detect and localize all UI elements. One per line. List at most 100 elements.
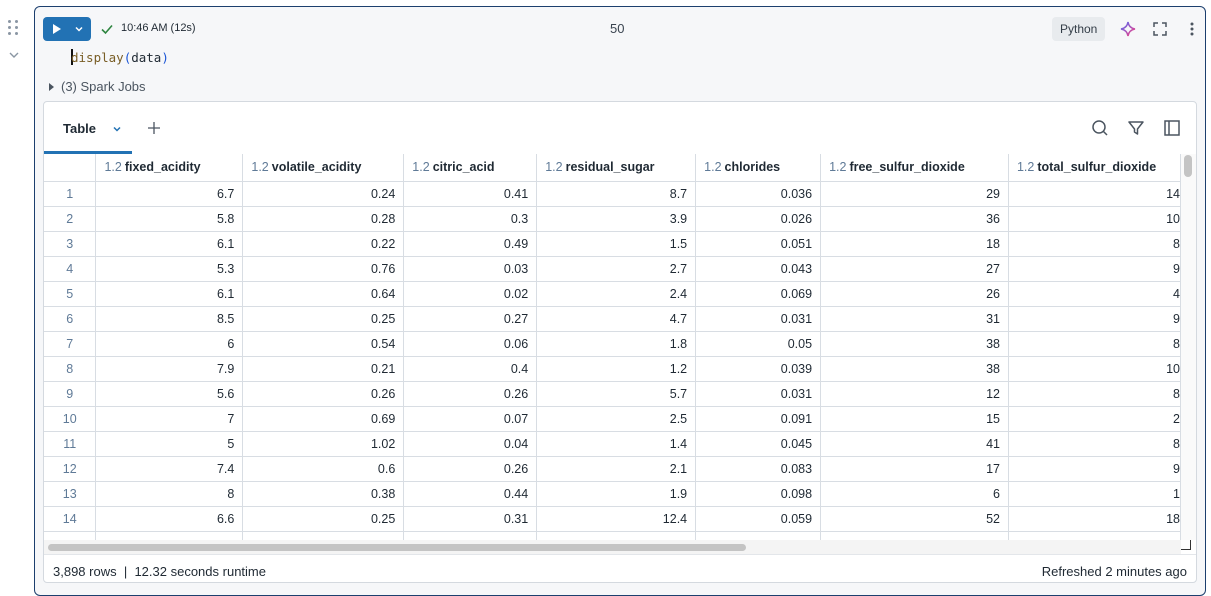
kebab-icon[interactable] <box>1184 21 1200 37</box>
language-badge[interactable]: Python <box>1052 17 1106 41</box>
table-cell[interactable]: 0.54 <box>242 331 405 357</box>
table-cell[interactable]: 12 <box>820 381 1009 407</box>
column-header-citric-acid[interactable]: 1.2 citric_acid <box>403 154 538 182</box>
table-cell[interactable]: 0.051 <box>695 231 822 257</box>
table-cell[interactable]: 0.27 <box>403 306 538 332</box>
table-cell[interactable]: 0.059 <box>695 506 822 532</box>
table-cell[interactable]: 5.6 <box>95 381 244 407</box>
table-cell[interactable]: 1.9 <box>536 481 697 507</box>
table-cell[interactable]: 38 <box>820 331 1009 357</box>
table-cell[interactable]: 38 <box>820 356 1009 382</box>
vertical-scrollbar-track[interactable] <box>1181 154 1196 540</box>
table-cell[interactable]: 2.5 <box>536 406 697 432</box>
table-cell[interactable]: 0.043 <box>695 256 822 282</box>
table-cell[interactable]: 1.5 <box>536 231 697 257</box>
table-cell[interactable]: 52 <box>820 506 1009 532</box>
expand-icon[interactable] <box>1152 21 1168 37</box>
table-cell[interactable]: 0.49 <box>403 231 538 257</box>
table-cell[interactable]: 1 <box>1008 481 1181 507</box>
table-cell[interactable]: 1.02 <box>242 431 405 457</box>
table-cell[interactable]: 14 <box>1008 181 1181 207</box>
table-cell[interactable]: 0.26 <box>242 381 405 407</box>
table-cell[interactable]: 1.4 <box>536 431 697 457</box>
chevron-down-icon[interactable] <box>7 48 21 62</box>
tab-table[interactable]: Table <box>44 102 132 154</box>
table-cell[interactable]: 0.28 <box>242 206 405 232</box>
table-cell[interactable]: 0.07 <box>403 406 538 432</box>
table-cell[interactable]: 8 <box>1008 431 1181 457</box>
table-cell[interactable]: 8 <box>1008 381 1181 407</box>
table-cell[interactable]: 18 <box>820 231 1009 257</box>
table-cell[interactable]: 26 <box>820 281 1009 307</box>
table-cell[interactable]: 9 <box>1008 306 1181 332</box>
table-cell[interactable]: 0.05 <box>695 331 822 357</box>
table-cell[interactable]: 15 <box>820 406 1009 432</box>
table-cell[interactable]: 2.1 <box>536 456 697 482</box>
column-header-free-sulfur-dioxide[interactable]: 1.2 free_sulfur_dioxide <box>820 154 1009 182</box>
column-header-fixed-acidity[interactable]: 1.2 fixed_acidity <box>95 154 244 182</box>
table-cell[interactable]: 0.039 <box>695 356 822 382</box>
plus-icon[interactable] <box>146 120 162 136</box>
table-cell[interactable]: 8 <box>1008 231 1181 257</box>
run-menu-chevron-icon[interactable] <box>73 23 85 35</box>
table-cell[interactable]: 8 <box>95 481 244 507</box>
code-editor[interactable]: display(data) <box>71 49 169 65</box>
drag-handle-icon[interactable] <box>8 20 20 36</box>
table-cell[interactable]: 0.69 <box>242 406 405 432</box>
table-cell[interactable]: 29 <box>820 181 1009 207</box>
vertical-scrollbar[interactable] <box>1184 155 1192 177</box>
table-cell[interactable]: 6 <box>820 481 1009 507</box>
table-cell[interactable]: 0.069 <box>695 281 822 307</box>
spark-jobs-toggle[interactable]: (3) Spark Jobs <box>49 79 146 94</box>
table-cell[interactable]: 0.22 <box>242 231 405 257</box>
table-cell[interactable]: 5.8 <box>95 206 244 232</box>
table-cell[interactable]: 10 <box>1008 356 1181 382</box>
table-cell[interactable]: 0.091 <box>695 406 822 432</box>
table-cell[interactable]: 2 <box>1008 406 1181 432</box>
table-cell[interactable]: 0.3 <box>403 206 538 232</box>
column-header-volatile-acidity[interactable]: 1.2 volatile_acidity <box>242 154 405 182</box>
table-cell[interactable]: 9 <box>1008 456 1181 482</box>
table-cell[interactable]: 7.4 <box>95 456 244 482</box>
table-cell[interactable]: 0.026 <box>695 206 822 232</box>
table-cell[interactable]: 0.031 <box>695 306 822 332</box>
table-cell[interactable]: 7.9 <box>95 356 244 382</box>
filter-icon[interactable] <box>1127 119 1145 137</box>
table-cell[interactable]: 0.64 <box>242 281 405 307</box>
table-cell[interactable]: 17 <box>820 456 1009 482</box>
table-cell[interactable]: 6 <box>95 331 244 357</box>
table-cell[interactable]: 0.031 <box>695 381 822 407</box>
column-header-total-sulfur-dioxide[interactable]: 1.2 total_sulfur_dioxide <box>1008 154 1181 182</box>
table-cell[interactable]: 6.1 <box>95 231 244 257</box>
table-cell[interactable]: 0.31 <box>403 506 538 532</box>
table-cell[interactable]: 0.26 <box>403 456 538 482</box>
table-cell[interactable]: 0.4 <box>403 356 538 382</box>
table-cell[interactable]: 0.083 <box>695 456 822 482</box>
table-cell[interactable]: 8.7 <box>536 181 697 207</box>
table-cell[interactable]: 7 <box>95 406 244 432</box>
table-cell[interactable]: 0.25 <box>242 306 405 332</box>
table-cell[interactable]: 1.8 <box>536 331 697 357</box>
table-cell[interactable]: 5.7 <box>536 381 697 407</box>
table-cell[interactable]: 0.098 <box>695 481 822 507</box>
run-cell-button[interactable] <box>43 17 91 41</box>
table-cell[interactable]: 12.4 <box>536 506 697 532</box>
table-cell[interactable]: 0.21 <box>242 356 405 382</box>
table-cell[interactable]: 8 <box>1008 331 1181 357</box>
table-cell[interactable]: 31 <box>820 306 1009 332</box>
table-cell[interactable]: 0.25 <box>242 506 405 532</box>
sparkle-icon[interactable] <box>1120 21 1136 37</box>
table-cell[interactable]: 6.6 <box>95 506 244 532</box>
table-cell[interactable]: 6.7 <box>95 181 244 207</box>
table-cell[interactable]: 0.06 <box>403 331 538 357</box>
table-cell[interactable]: 1.2 <box>536 356 697 382</box>
table-cell[interactable]: 0.38 <box>242 481 405 507</box>
sidebar-panel-icon[interactable] <box>1163 119 1181 137</box>
search-icon[interactable] <box>1091 119 1109 137</box>
table-cell[interactable]: 4 <box>1008 281 1181 307</box>
table-cell[interactable]: 10 <box>1008 206 1181 232</box>
table-cell[interactable]: 3.9 <box>536 206 697 232</box>
horizontal-scrollbar[interactable] <box>48 544 746 551</box>
resize-handle-icon[interactable] <box>1181 540 1191 550</box>
table-cell[interactable]: 27 <box>820 256 1009 282</box>
